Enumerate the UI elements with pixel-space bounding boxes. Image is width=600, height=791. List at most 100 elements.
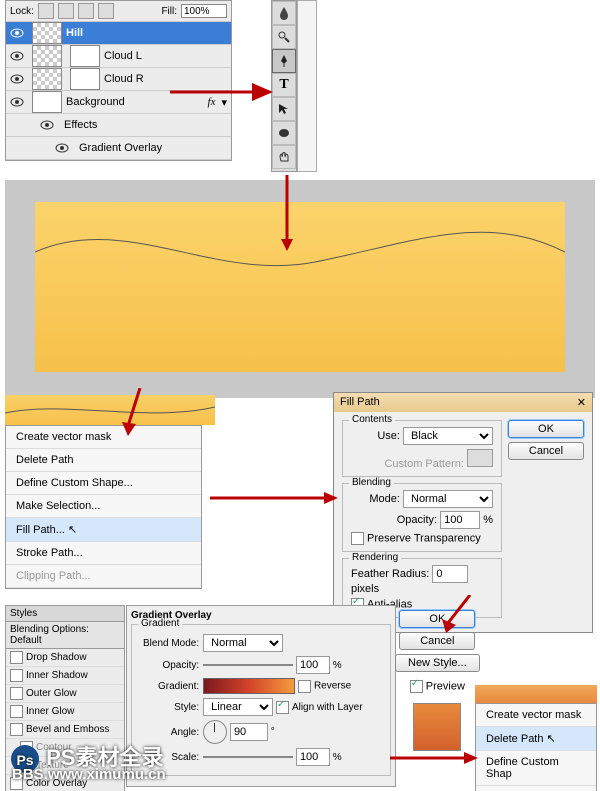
ok-button[interactable]: OK: [399, 610, 475, 628]
angle-dial[interactable]: [203, 720, 227, 744]
ok-button[interactable]: OK: [508, 420, 584, 438]
menu-clipping-path[interactable]: Clipping Path...: [6, 565, 201, 588]
style-select[interactable]: Linear: [203, 698, 273, 716]
gradient-overlay-panel: Gradient Overlay Gradient Blend Mode:Nor…: [126, 605, 396, 787]
visibility-icon[interactable]: [53, 139, 71, 157]
scale-input[interactable]: [296, 748, 330, 766]
hand-tool[interactable]: [272, 145, 296, 169]
effects-label: Effects: [64, 119, 97, 131]
opacity-slider[interactable]: [203, 664, 293, 666]
fx-badge[interactable]: fx: [208, 96, 216, 108]
shape-tool[interactable]: [272, 121, 296, 145]
preserve-transparency-checkbox[interactable]: [351, 532, 364, 545]
style-bevel-emboss[interactable]: Bevel and Emboss: [6, 721, 124, 739]
lock-all-icon[interactable]: [98, 3, 114, 19]
group-label: Blending: [349, 477, 394, 488]
style-drop-shadow[interactable]: Drop Shadow: [6, 649, 124, 667]
menu-make-selection[interactable]: Make Selection...: [6, 495, 201, 518]
visibility-icon[interactable]: [8, 24, 26, 42]
layer-row-background[interactable]: Background fx ▾: [6, 91, 231, 114]
layer-name: Hill: [66, 27, 83, 39]
mask-thumb: [70, 45, 100, 67]
vertical-ruler: [297, 0, 317, 172]
path-select-tool[interactable]: [272, 97, 296, 121]
canvas-snippet-2: [475, 685, 597, 703]
layer-name: Cloud L: [104, 50, 142, 62]
expand-icon[interactable]: ▾: [221, 96, 227, 109]
opacity-input[interactable]: [296, 656, 330, 674]
fill-label: Fill:: [161, 6, 177, 17]
opacity-label: Opacity:: [397, 514, 437, 526]
style-inner-shadow[interactable]: Inner Shadow: [6, 667, 124, 685]
cancel-button[interactable]: Cancel: [508, 442, 584, 460]
tool-column: T: [271, 0, 297, 172]
cancel-button[interactable]: Cancel: [399, 632, 475, 650]
menu-fill-path[interactable]: Fill Path... ↖: [6, 518, 201, 542]
pen-tool[interactable]: [272, 49, 296, 73]
layer-thumb: [32, 22, 62, 44]
styles-header[interactable]: Styles: [6, 606, 124, 622]
layer-row-hill[interactable]: Hill: [6, 22, 231, 45]
new-style-button[interactable]: New Style...: [395, 654, 480, 672]
custom-pattern-label: Custom Pattern:: [384, 458, 463, 470]
menu-create-vector-mask[interactable]: Create vector mask: [476, 704, 596, 727]
preview-swatch: [413, 703, 461, 751]
lock-label: Lock:: [10, 6, 34, 17]
visibility-icon[interactable]: [8, 70, 26, 88]
blur-tool[interactable]: [272, 1, 296, 25]
close-icon[interactable]: ✕: [577, 396, 586, 409]
fill-value-input[interactable]: 100%: [181, 4, 227, 18]
layer-row-cloud-l[interactable]: Cloud L: [6, 45, 231, 68]
lock-position-icon[interactable]: [78, 3, 94, 19]
menu-stroke-path[interactable]: Stroke Path...: [6, 542, 201, 565]
preserve-label: Preserve Transparency: [367, 532, 481, 544]
dialog-titlebar[interactable]: Fill Path ✕: [334, 393, 592, 412]
path-context-menu-2: Create vector mask Delete Path ↖ Define …: [475, 703, 597, 791]
dialog-title: Fill Path: [340, 396, 380, 409]
preview-label: Preview: [426, 680, 465, 692]
visibility-icon[interactable]: [8, 93, 26, 111]
layer-name: Cloud R: [104, 73, 144, 85]
dodge-tool[interactable]: [272, 25, 296, 49]
canvas-snippet: [5, 395, 215, 425]
blend-mode-select[interactable]: Normal: [203, 634, 283, 652]
style-inner-glow[interactable]: Inner Glow: [6, 703, 124, 721]
group-label: Rendering: [349, 552, 401, 563]
contents-group: Contents Use: Black Custom Pattern:: [342, 420, 502, 477]
type-tool[interactable]: T: [272, 73, 296, 97]
mode-label: Mode:: [369, 493, 400, 505]
menu-define-custom-shape[interactable]: Define Custom Shape...: [6, 472, 201, 495]
canvas-area[interactable]: [35, 202, 565, 372]
effects-row[interactable]: Effects: [6, 114, 231, 137]
blending-options[interactable]: Blending Options: Default: [6, 622, 124, 649]
menu-delete-path[interactable]: Delete Path: [6, 449, 201, 472]
scale-slider[interactable]: [203, 756, 293, 758]
gradient-overlay-row[interactable]: Gradient Overlay: [6, 137, 231, 160]
layer-style-buttons: OK Cancel New Style... Preview: [395, 610, 480, 751]
gradient-preview[interactable]: [203, 678, 295, 694]
visibility-icon[interactable]: [8, 47, 26, 65]
blending-group: Blending Mode: Normal Opacity: % Preserv…: [342, 483, 502, 552]
layer-row-cloud-r[interactable]: Cloud R: [6, 68, 231, 91]
reverse-checkbox[interactable]: [298, 680, 311, 693]
gradient-overlay-label: Gradient Overlay: [79, 142, 162, 154]
lock-transparency-icon[interactable]: [38, 3, 54, 19]
tool-area: T: [271, 0, 317, 172]
fill-path-dialog: Fill Path ✕ Contents Use: Black Custom P…: [333, 392, 593, 633]
angle-input[interactable]: [230, 723, 268, 741]
mode-select[interactable]: Normal: [403, 490, 493, 508]
style-outer-glow[interactable]: Outer Glow: [6, 685, 124, 703]
feather-input[interactable]: [432, 565, 468, 583]
arrow-icon: [390, 750, 480, 770]
menu-create-vector-mask[interactable]: Create vector mask: [6, 426, 201, 449]
watermark-url: BBS.www.ximumu.cn: [12, 766, 166, 783]
menu-make-selection[interactable]: Make Selection...: [476, 786, 596, 791]
visibility-icon[interactable]: [38, 116, 56, 134]
lock-pixels-icon[interactable]: [58, 3, 74, 19]
menu-delete-path[interactable]: Delete Path ↖: [476, 727, 596, 751]
preview-checkbox[interactable]: [410, 680, 423, 693]
opacity-input[interactable]: [440, 511, 480, 529]
align-checkbox[interactable]: [276, 701, 289, 714]
menu-define-custom-shape[interactable]: Define Custom Shap: [476, 751, 596, 786]
use-select[interactable]: Black: [403, 427, 493, 445]
